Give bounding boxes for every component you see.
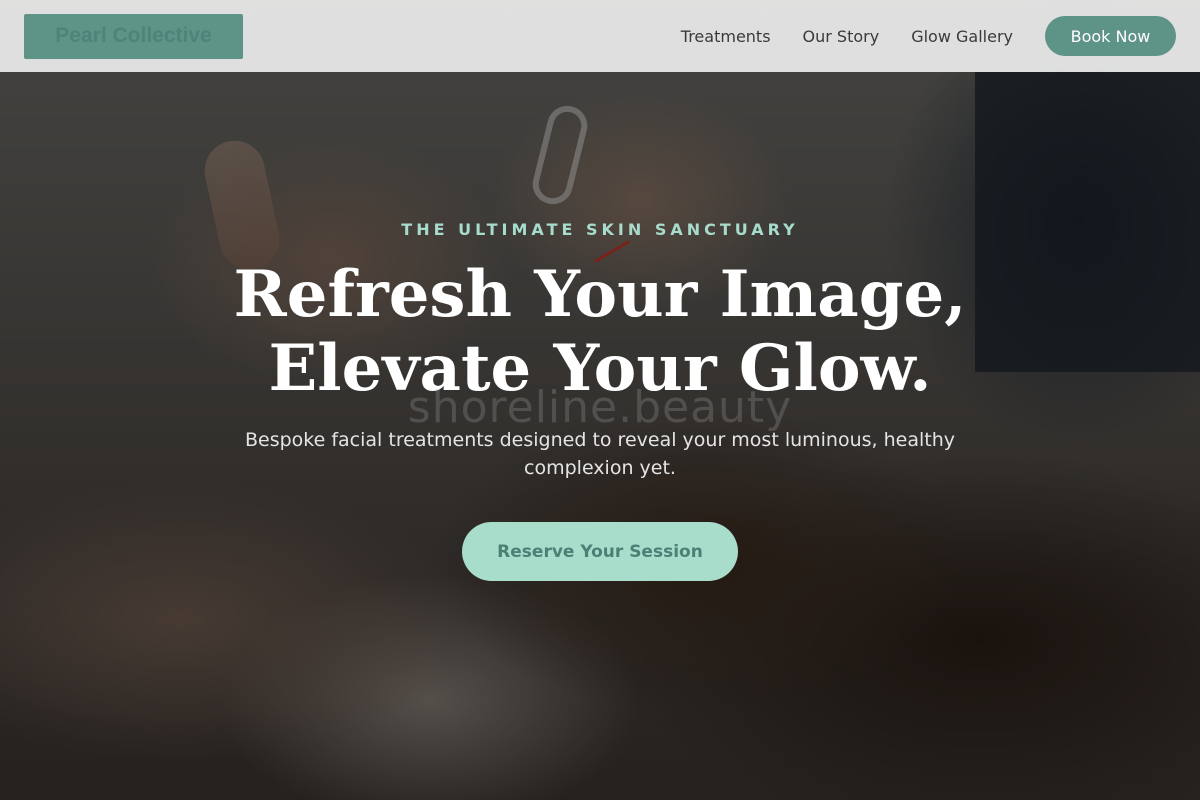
hero-content: THE ULTIMATE SKIN SANCTUARY Refresh Your… bbox=[0, 0, 1200, 800]
hero-headline-line-1: Refresh Your Image, bbox=[233, 257, 967, 332]
hero-eyebrow: THE ULTIMATE SKIN SANCTUARY bbox=[401, 220, 799, 239]
reserve-session-button[interactable]: Reserve Your Session bbox=[462, 522, 738, 581]
hero-subtitle: Bespoke facial treatments designed to re… bbox=[244, 429, 955, 479]
